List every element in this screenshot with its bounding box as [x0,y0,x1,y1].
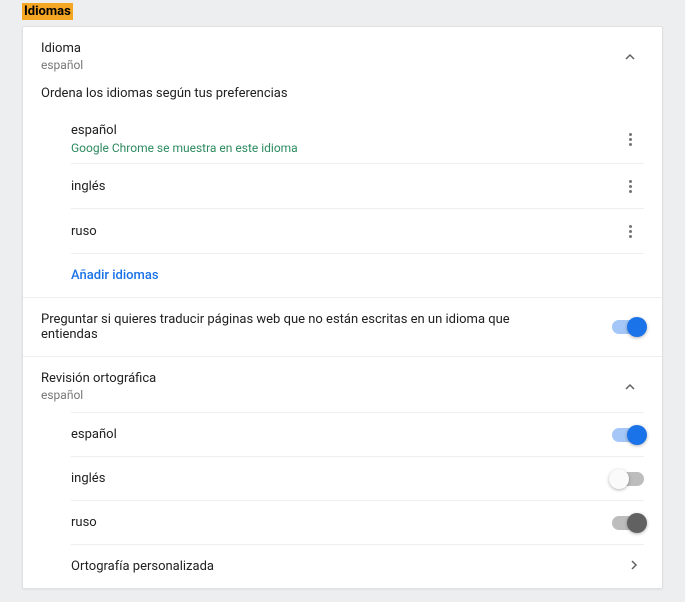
translate-toggle[interactable] [612,320,644,334]
custom-spelling-row[interactable]: Ortografía personalizada [71,544,644,588]
chevron-right-icon [628,559,640,575]
custom-spelling-label: Ortografía personalizada [71,559,214,574]
more-vert-icon [629,225,632,238]
settings-card: Idioma español Ordena los idiomas según … [22,26,663,589]
spellcheck-language-name: ruso [71,515,97,530]
language-item-subtitle: Google Chrome se muestra en este idioma [71,141,298,155]
spellcheck-toggle[interactable] [612,516,644,530]
add-language-row: Añadir idiomas [71,253,644,297]
language-item: ruso [71,208,644,253]
language-section-titles: Idioma español [41,41,83,72]
language-name: español [71,123,298,138]
more-vert-icon [629,133,632,146]
language-list: español Google Chrome se muestra en este… [23,115,662,297]
spellcheck-language-name: inglés [71,471,105,486]
language-item-menu-button[interactable] [616,125,644,153]
language-instruction: Ordena los idiomas según tus preferencia… [23,82,662,115]
language-item-menu-button[interactable] [616,217,644,245]
toggle-thumb [627,425,647,445]
language-section-title: Idioma [41,41,83,56]
translate-label: Preguntar si quieres traducir páginas we… [41,312,541,342]
spellcheck-toggle[interactable] [612,428,644,442]
translate-toggle-row: Preguntar si quieres traducir páginas we… [23,297,662,356]
add-language-link[interactable]: Añadir idiomas [71,268,159,283]
toggle-thumb [627,513,647,533]
language-collapse-button[interactable] [616,43,644,71]
spellcheck-item: español [71,412,644,456]
spellcheck-collapse-button[interactable] [616,373,644,401]
chevron-up-icon [624,381,636,393]
language-section-subtitle: español [41,58,83,72]
spellcheck-section-title: Revisión ortográfica [41,371,156,386]
spellcheck-item: ruso [71,500,644,544]
spellcheck-language-name: español [71,427,117,442]
toggle-thumb [609,469,629,489]
language-item: inglés [71,163,644,208]
spellcheck-list: español inglés ruso Ortografía personali… [23,412,662,588]
spellcheck-section-subtitle: español [41,388,156,402]
toggle-thumb [627,317,647,337]
language-item-text: español Google Chrome se muestra en este… [71,123,298,155]
page-title: Idiomas [22,3,73,20]
language-name: inglés [71,179,105,194]
more-vert-icon [629,180,632,193]
language-name: ruso [71,224,97,239]
language-item-menu-button[interactable] [616,172,644,200]
spellcheck-item: inglés [71,456,644,500]
spellcheck-section-header[interactable]: Revisión ortográfica español [23,356,662,412]
language-item: español Google Chrome se muestra en este… [71,115,644,163]
spellcheck-toggle[interactable] [612,472,644,486]
spellcheck-section-titles: Revisión ortográfica español [41,371,156,402]
language-section-header[interactable]: Idioma español [23,27,662,82]
chevron-up-icon [624,51,636,63]
